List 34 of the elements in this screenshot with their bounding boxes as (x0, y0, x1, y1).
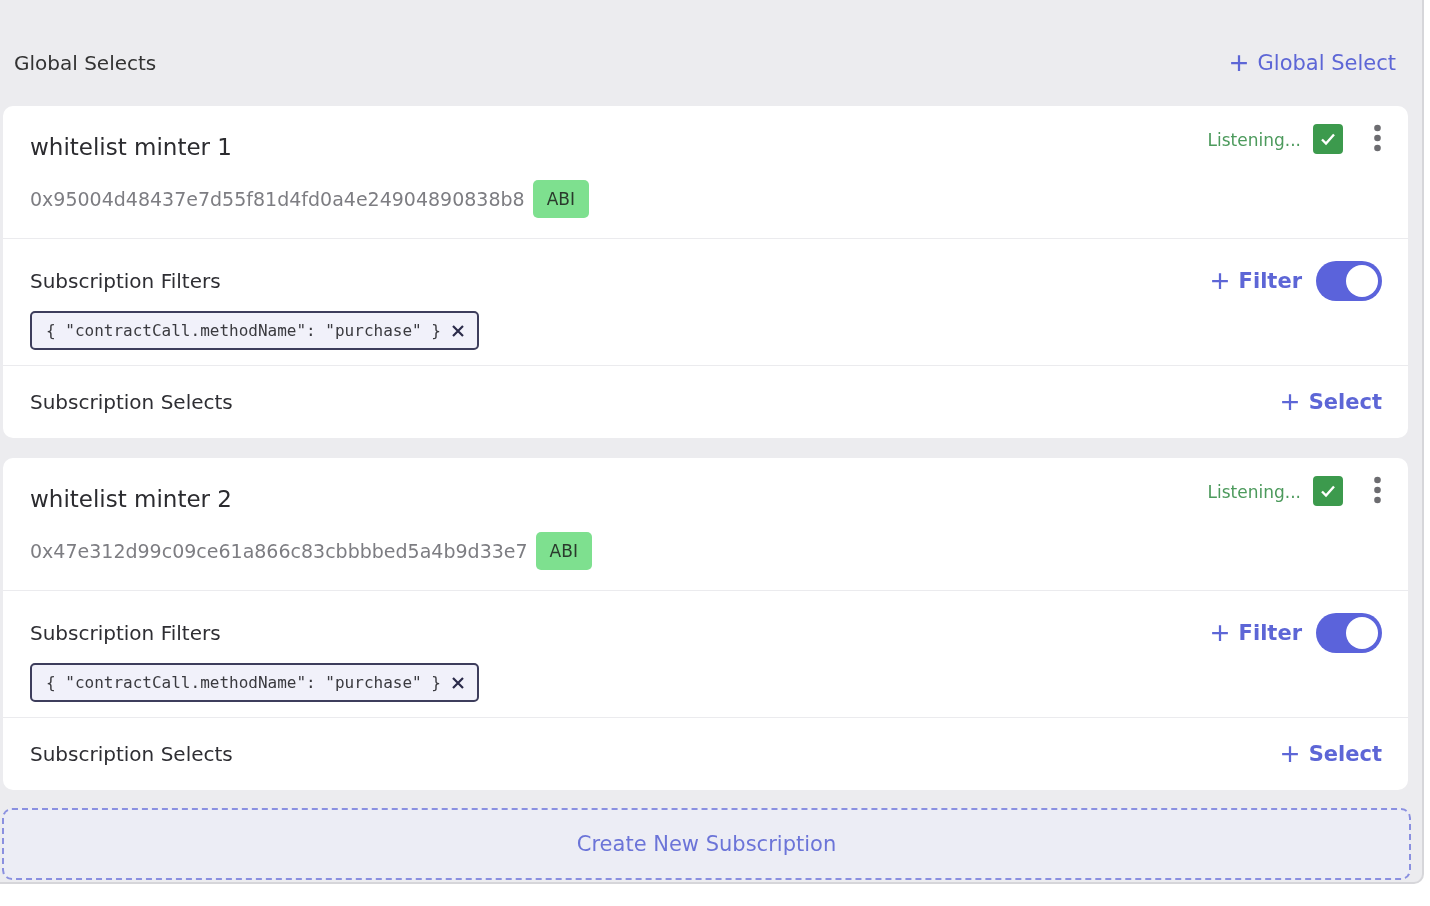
more-options-icon[interactable] (1373, 476, 1382, 504)
more-options-icon[interactable] (1373, 124, 1382, 152)
abi-badge[interactable]: ABI (535, 532, 592, 570)
add-global-select-button[interactable]: Global Select (1229, 51, 1396, 75)
section-label: Subscription Filters (30, 269, 221, 293)
listening-checkbox[interactable] (1313, 476, 1343, 506)
close-icon[interactable] (450, 675, 465, 690)
section-label: Subscription Filters (30, 621, 221, 645)
section-title: Global Selects (14, 51, 157, 75)
add-select-button[interactable]: Select (1280, 742, 1382, 766)
section-label: Subscription Selects (30, 742, 233, 766)
subscription-name: whitelist minter 2 (30, 486, 233, 512)
plus-icon (1280, 393, 1299, 411)
plus-icon (1229, 54, 1248, 72)
toggle-switch[interactable] (1316, 261, 1382, 301)
status-text: Listening... (1207, 482, 1301, 502)
contract-address: 0x95004d48437e7d55f81d4fd0a4e24904890838b8 (30, 188, 525, 210)
add-select-button[interactable]: Select (1280, 390, 1382, 414)
add-filter-button[interactable]: Filter (1210, 621, 1302, 645)
create-subscription-button[interactable]: Create New Subscription (2, 808, 1411, 880)
close-icon[interactable] (450, 323, 465, 338)
toggle-switch[interactable] (1316, 613, 1382, 653)
subscription-name: whitelist minter 1 (30, 134, 233, 160)
listening-checkbox[interactable] (1313, 124, 1343, 154)
filter-expression: { "contractCall.methodName": "purchase" } (46, 321, 441, 340)
add-filter-button[interactable]: Filter (1210, 269, 1302, 293)
filter-expression: { "contractCall.methodName": "purchase" } (46, 673, 441, 692)
plus-icon (1210, 272, 1229, 290)
section-label: Subscription Selects (30, 390, 233, 414)
plus-icon (1210, 624, 1229, 642)
abi-badge[interactable]: ABI (532, 180, 589, 218)
plus-icon (1280, 745, 1299, 763)
contract-address: 0x47e312d99c09ce61a866c83cbbbbed5a4b9d33e7 (30, 540, 528, 562)
status-text: Listening... (1207, 130, 1301, 150)
